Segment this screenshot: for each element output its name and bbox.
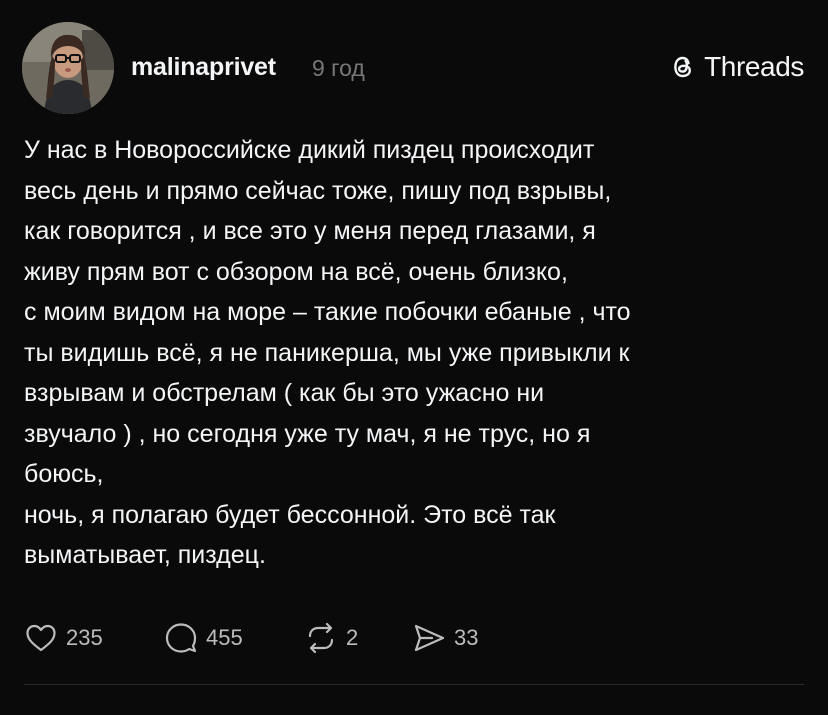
like-button[interactable]: 235 (24, 618, 103, 658)
comment-count: 455 (206, 625, 243, 650)
divider (24, 684, 804, 685)
author-username[interactable]: malinaprivet (131, 53, 276, 82)
post-text-line: с моим видом на море – такие побочки еба… (24, 298, 631, 326)
send-icon (414, 624, 445, 652)
threads-brand: Threads (668, 51, 804, 83)
repost-count: 2 (346, 625, 359, 650)
post-text-line: выматывает, пиздец. (24, 541, 266, 569)
post-text-line: взрывам и обстрелам ( как бы это ужасно … (24, 379, 545, 407)
post-text-line: ты видишь всё, я не паникерша, мы уже пр… (24, 338, 630, 367)
post-text-line: звучало ) , но сегодня уже ту мач, я не … (24, 419, 591, 448)
post-text-line: У нас в Новороссийске дикий пиздец проис… (24, 136, 595, 164)
post-text-line: как говорится , и все это у меня перед г… (24, 217, 596, 245)
threads-logo-icon (674, 56, 692, 78)
post-actions: 235 455 2 33 (24, 618, 804, 658)
avatar-photo (22, 22, 114, 114)
comment-button[interactable]: 455 (164, 618, 243, 658)
threads-post-card: malinaprivet 9 год Threads У нас в Новор… (0, 0, 828, 715)
post-text: У нас в Новороссийске дикий пиздец проис… (24, 130, 814, 576)
comment-icon (165, 623, 197, 653)
post-text-line: живу прям вот с обзором на всё, очень бл… (24, 257, 568, 286)
avatar[interactable] (22, 22, 114, 114)
post-text-line: весь день и прямо сейчас тоже, пишу под … (24, 176, 612, 205)
heart-icon (26, 624, 56, 652)
post-text-line: ночь, я полагаю будет бессонной. Это всё… (24, 500, 556, 529)
share-count: 33 (454, 625, 479, 650)
threads-brand-name: Threads (704, 51, 804, 82)
post-timestamp: 9 год (312, 55, 365, 81)
repost-icon (308, 622, 334, 654)
repost-button[interactable]: 2 (304, 618, 358, 658)
share-button[interactable]: 33 (412, 618, 478, 658)
like-count: 235 (66, 625, 103, 650)
post-text-line: боюсь, (24, 460, 104, 488)
